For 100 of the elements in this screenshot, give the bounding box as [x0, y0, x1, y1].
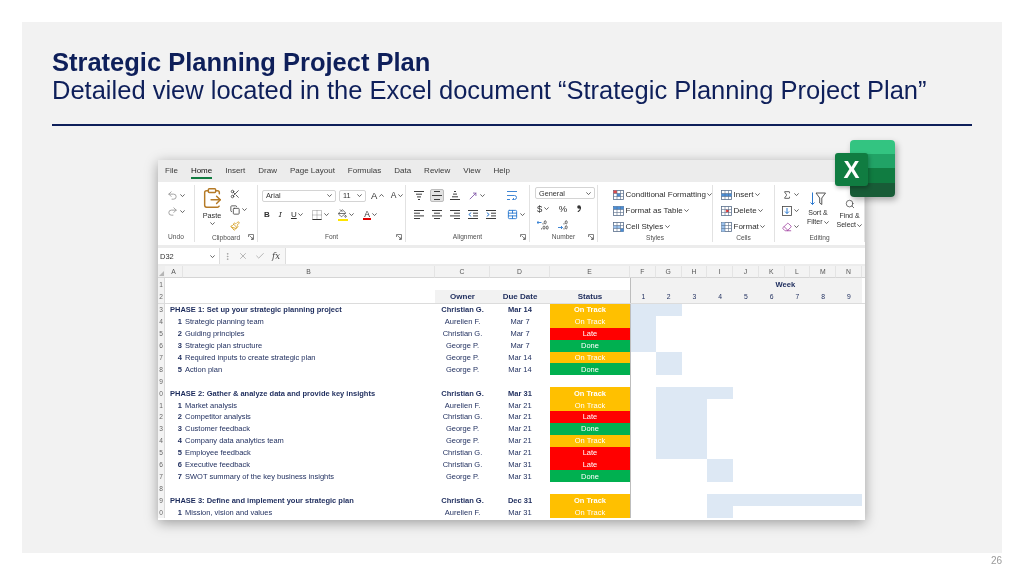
align-center-icon	[432, 210, 442, 219]
caret-icon	[519, 213, 525, 216]
merge-cells-icon	[507, 209, 518, 220]
caret-icon	[357, 194, 362, 197]
paintbrush-icon	[230, 220, 240, 231]
horizontal-align-button[interactable]	[466, 208, 480, 221]
cells-menu-button[interactable]: Delete	[719, 204, 766, 217]
caret-icon	[378, 194, 384, 197]
italic-button[interactable]: I	[276, 208, 284, 221]
caret-icon	[372, 213, 378, 216]
fill-color-button[interactable]	[335, 208, 357, 221]
comma-style-button[interactable]	[575, 202, 584, 215]
column-title: Due Date	[490, 290, 550, 303]
align-bottom-icon	[450, 191, 460, 200]
vertical-align-button[interactable]	[412, 189, 426, 202]
grow-font-button[interactable]: A	[369, 189, 386, 202]
borders-button[interactable]	[310, 208, 331, 221]
indent-increase-icon	[486, 210, 496, 219]
shaded-table-icon	[613, 221, 624, 232]
wrap-text-button[interactable]	[505, 189, 519, 202]
table-column-icon	[721, 221, 732, 232]
slide-subtitle: Detailed view located in the Excel document “Strategic Planning Project Plan”	[52, 76, 927, 104]
column-title: Owner	[435, 290, 490, 303]
caret-icon	[793, 209, 799, 212]
clear-button[interactable]	[780, 220, 801, 233]
merge-button[interactable]	[505, 208, 527, 221]
caret-icon	[327, 194, 332, 197]
diagonal-arrow-icon	[468, 190, 478, 201]
percent-button[interactable]: %	[556, 202, 570, 215]
copy-button[interactable]	[228, 203, 249, 216]
eraser-icon	[782, 221, 792, 232]
horizontal-align-button[interactable]	[484, 208, 498, 221]
table-header-icon	[613, 205, 624, 216]
styles-menu-button[interactable]: Conditional Formatting	[611, 188, 715, 201]
table-row-icon	[721, 189, 732, 200]
corner-arrow-icon	[520, 233, 526, 240]
undo-icon	[167, 190, 179, 201]
styles-menu-button[interactable]: Cell Styles	[611, 220, 672, 233]
formula-input[interactable]	[284, 248, 865, 264]
font-color-button[interactable]: A	[361, 208, 380, 221]
search-icon	[844, 199, 855, 209]
undo-button[interactable]	[165, 189, 187, 202]
horizontal-align-button[interactable]	[412, 208, 426, 221]
horizontal-align-button[interactable]	[448, 208, 462, 221]
styles-menu-button[interactable]: Format as Table	[611, 204, 692, 217]
colored-cells-icon	[613, 189, 624, 200]
caret-icon	[241, 208, 247, 211]
underline-button[interactable]: U	[288, 208, 306, 221]
vertical-align-button[interactable]	[448, 189, 462, 202]
currency-button[interactable]: $	[535, 202, 551, 215]
caret-icon	[824, 220, 830, 224]
logo-badge: X	[835, 153, 868, 186]
table-x-icon	[721, 205, 732, 216]
slide-title: Strategic Planning Project Plan	[52, 48, 431, 76]
caret-icon	[586, 191, 591, 195]
caret-icon	[755, 193, 760, 196]
dots-icon	[223, 251, 232, 261]
align-middle-icon	[432, 191, 442, 200]
shrink-font-button[interactable]: A	[388, 189, 405, 202]
vertical-align-button[interactable]	[430, 189, 444, 202]
cut-button[interactable]	[228, 187, 242, 200]
caret-icon	[664, 225, 670, 228]
scissors-icon	[230, 188, 240, 199]
line-wrap-icon	[507, 191, 517, 200]
decrease-decimal-icon	[558, 219, 570, 230]
caret-icon	[543, 207, 549, 210]
redo-icon	[167, 206, 179, 217]
caret-icon	[398, 194, 403, 197]
cells-menu-button[interactable]: Format	[719, 220, 768, 233]
corner-arrow-icon	[396, 233, 402, 240]
caret-icon	[179, 194, 185, 197]
caret-icon	[210, 254, 215, 258]
increase-decimal-button[interactable]	[535, 218, 551, 231]
align-top-icon	[414, 191, 424, 200]
increase-decimal-icon	[537, 219, 549, 230]
corner-triangle-icon	[159, 271, 164, 276]
caret-icon	[179, 210, 185, 213]
column-title: Status	[550, 290, 630, 303]
sigma-icon	[782, 189, 792, 200]
cells-menu-button[interactable]: Insert	[719, 188, 762, 201]
align-left-icon	[414, 210, 424, 219]
caret-icon	[684, 209, 690, 212]
redo-button[interactable]	[165, 205, 187, 218]
caret-icon	[857, 223, 863, 227]
caret-icon	[758, 209, 764, 212]
clipboard-icon	[201, 187, 223, 209]
page-number: 26	[990, 554, 1002, 568]
fill-button[interactable]	[780, 204, 801, 217]
horizontal-align-button[interactable]	[430, 208, 444, 221]
comma-icon	[577, 205, 582, 212]
copy-icon	[230, 204, 240, 215]
insert-function-button[interactable]: fx	[271, 250, 281, 262]
dashed-grid-icon	[312, 209, 323, 220]
corner-arrow-icon	[588, 233, 594, 240]
caret-icon	[793, 225, 799, 228]
caret-icon	[323, 213, 329, 216]
caret-icon	[209, 222, 215, 225]
check-icon	[255, 251, 265, 261]
caret-icon	[707, 193, 713, 196]
bold-button[interactable]: B	[262, 208, 272, 221]
